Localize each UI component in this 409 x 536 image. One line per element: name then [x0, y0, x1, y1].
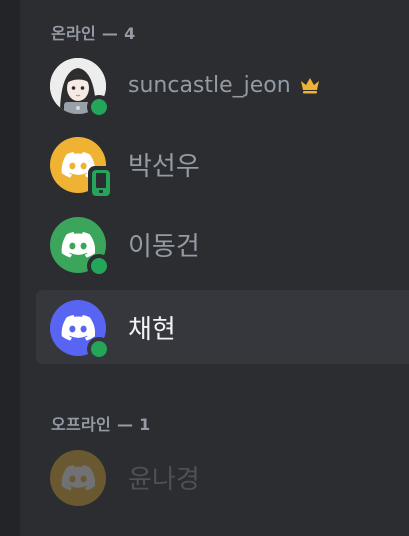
discord-logo-icon: [61, 315, 95, 341]
offline-section-header: 오프라인 — 1: [51, 415, 151, 434]
member-yoon-nakyung[interactable]: 윤나경: [36, 440, 409, 514]
discord-logo-icon: [61, 232, 95, 258]
crown-icon: [300, 78, 319, 94]
avatar: [50, 450, 106, 506]
member-name-row: suncastle_jeon: [128, 48, 321, 122]
member-chaehyeon[interactable]: 채현: [36, 290, 409, 364]
avatar: [50, 300, 111, 361]
avatar: [50, 217, 111, 278]
member-park-seonwoo[interactable]: 박선우: [36, 127, 409, 201]
online-section-header: 온라인 — 4: [51, 24, 136, 43]
member-name: 윤나경: [128, 464, 200, 495]
member-lee-donggeon[interactable]: 이동건: [36, 207, 409, 281]
avatar: [50, 137, 114, 200]
member-name: 채현: [128, 314, 176, 345]
left-divider: [0, 0, 20, 536]
member-name: suncastle_jeon: [128, 72, 291, 98]
mobile-online-indicator: [88, 166, 114, 200]
avatar: [50, 58, 111, 119]
member-name: 박선우: [128, 151, 200, 182]
member-list: 온라인 — 4 suncastle_jeon 박선우 이동건 채현 오프라인 —…: [20, 0, 409, 536]
discord-logo-icon: [61, 465, 95, 491]
member-name: 이동건: [128, 231, 200, 262]
mobile-phone-icon: [92, 170, 110, 196]
member-suncastle-jeon[interactable]: suncastle_jeon: [36, 48, 409, 122]
online-status-indicator: [87, 95, 111, 119]
online-status-indicator: [87, 337, 111, 361]
online-status-indicator: [87, 254, 111, 278]
